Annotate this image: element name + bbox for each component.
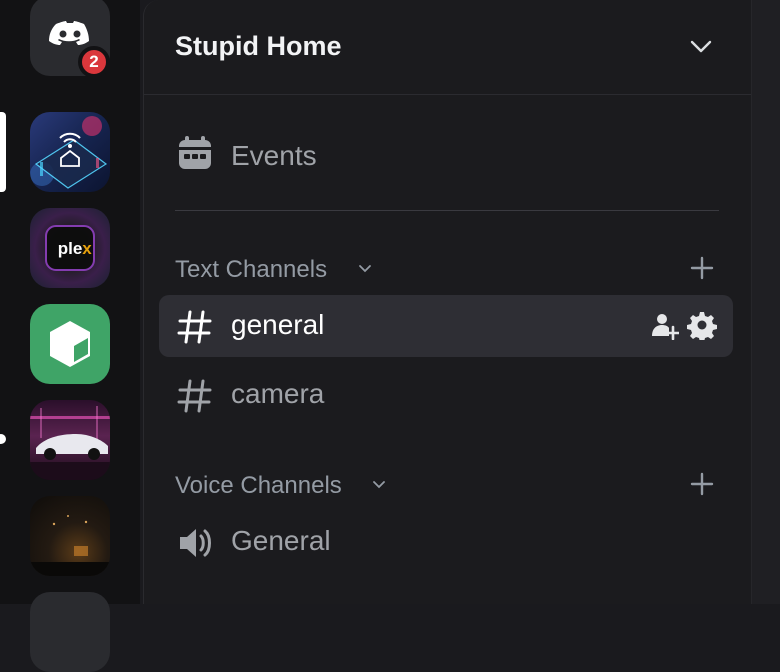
events-label: Events — [231, 140, 317, 171]
channel-name: General — [231, 525, 331, 556]
svg-text:x: x — [82, 239, 92, 258]
server-rail: 2 ple x — [0, 0, 140, 672]
category-label: Text Channels — [175, 256, 328, 283]
channel-name: general — [231, 309, 325, 340]
channel-camera[interactable]: camera — [159, 364, 733, 426]
channel-general[interactable]: general — [159, 295, 733, 357]
server-stupid-home[interactable] — [30, 112, 110, 192]
server-cube[interactable] — [30, 304, 110, 384]
invite-member-icon[interactable] — [649, 310, 679, 340]
server-night-scene[interactable] — [30, 496, 110, 576]
category-text-channels[interactable]: Text Channels — [175, 253, 723, 285]
server-header[interactable]: Stupid Home — [144, 0, 752, 95]
car-server-icon — [30, 406, 110, 480]
svg-text:ple: ple — [58, 239, 83, 258]
calendar-icon — [179, 136, 211, 169]
chevron-down-icon — [359, 265, 371, 273]
category-voice-channels[interactable]: Voice Channels — [175, 469, 723, 501]
chat-area-edge — [751, 0, 780, 604]
server-plex[interactable]: ple x — [30, 208, 110, 288]
create-channel-plus-icon[interactable] — [689, 471, 715, 497]
server-name: Stupid Home — [175, 31, 342, 61]
active-server-indicator — [0, 112, 6, 192]
create-channel-plus-icon[interactable] — [689, 255, 715, 281]
notification-badge: 2 — [78, 46, 110, 78]
text-channel-hash-icon — [177, 310, 212, 344]
unread-indicator — [0, 434, 6, 444]
voice-channel-general[interactable]: General — [159, 511, 733, 573]
chevron-down-icon[interactable] — [689, 38, 713, 56]
server-partial[interactable] — [30, 592, 110, 672]
plex-server-icon: ple x — [45, 225, 95, 271]
category-label: Voice Channels — [175, 472, 342, 499]
night-scene-server-icon — [30, 515, 110, 576]
server-car[interactable] — [30, 400, 110, 480]
speaker-icon — [180, 529, 211, 557]
chevron-down-icon — [373, 481, 385, 489]
smart-home-server-icon — [30, 116, 108, 189]
channel-actions — [649, 310, 717, 340]
events-item[interactable]: Events — [175, 133, 715, 177]
channel-sidebar: Stupid Home Events Text Channels general… — [143, 0, 752, 604]
cube-server-icon — [50, 321, 90, 367]
gear-icon[interactable] — [687, 310, 717, 340]
text-channel-hash-icon — [177, 379, 212, 413]
channel-name: camera — [231, 378, 325, 409]
divider — [175, 210, 719, 211]
